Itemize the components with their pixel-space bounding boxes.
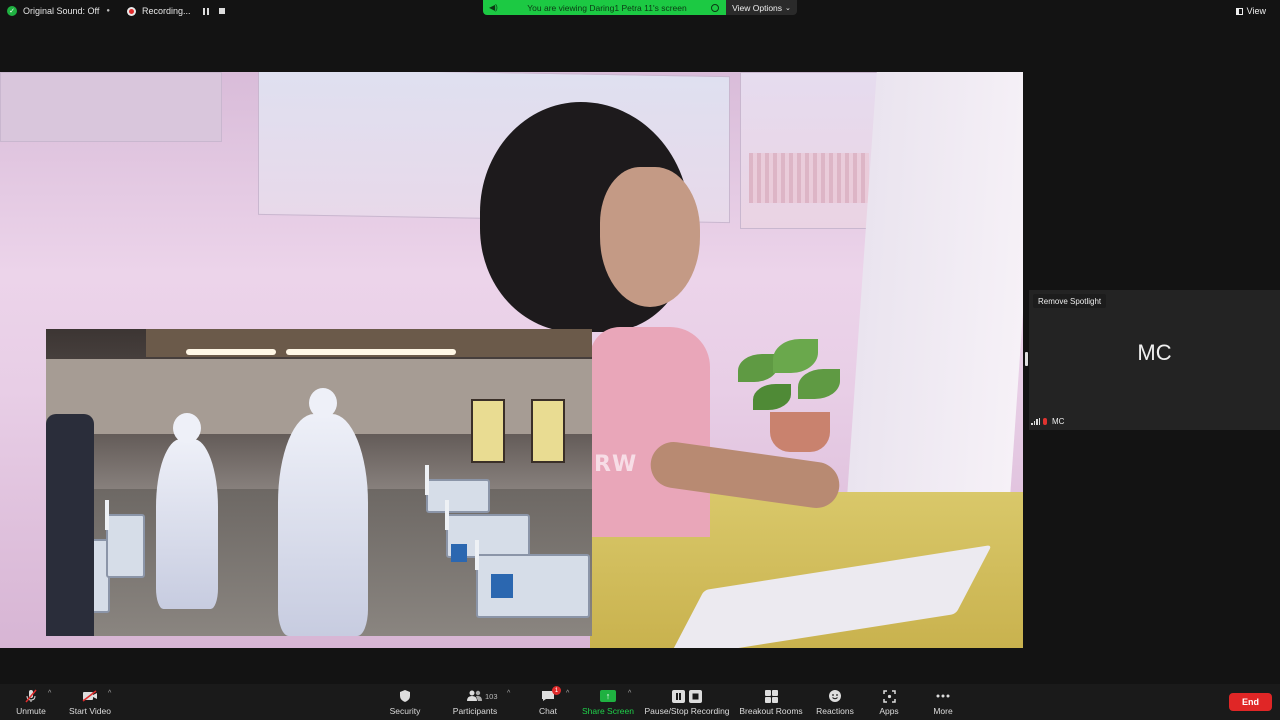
start-video-label: Start Video <box>69 706 111 716</box>
ward-window <box>531 399 565 463</box>
shirt-print-text: RW <box>594 452 638 477</box>
chat-bubble-icon: 1 <box>540 686 561 703</box>
participants-button[interactable]: Participants <box>448 684 502 720</box>
bed-cushion <box>451 544 467 562</box>
security-button[interactable]: Security <box>386 684 424 720</box>
person-face <box>600 167 700 307</box>
apps-label: Apps <box>879 706 899 716</box>
inset-ward-photo <box>46 329 592 636</box>
share-screen-icon: ↑ <box>600 689 616 703</box>
apps-icon <box>881 689 897 703</box>
stop-recording-icon[interactable] <box>218 8 225 14</box>
ppe-worker <box>156 413 218 609</box>
unmute-button[interactable]: Unmute <box>10 684 52 720</box>
participants-label: Participants <box>452 706 498 716</box>
smiley-plus-icon <box>827 689 843 703</box>
original-sound-label: Original Sound: Off <box>23 6 100 16</box>
participant-initials: MC <box>1137 340 1172 365</box>
panel-resize-handle[interactable] <box>1025 352 1028 366</box>
participant-name: MC <box>1052 417 1065 426</box>
reactions-label: Reactions <box>816 706 854 716</box>
shared-screen-content: RW <box>0 72 1023 648</box>
hospital-bed <box>105 500 145 578</box>
wall-poster <box>0 72 222 142</box>
share-screen-label: Share Screen <box>582 706 634 716</box>
reactions-button[interactable]: Reactions <box>814 684 856 720</box>
plant-pot <box>770 412 830 452</box>
person-shirt <box>590 327 710 537</box>
participants-options-chevron-icon[interactable]: ^ <box>507 690 510 697</box>
meeting-toolbar <box>0 684 1280 720</box>
view-options-label: View Options <box>732 2 783 13</box>
microphone-muted-icon <box>23 689 39 703</box>
apps-button[interactable]: Apps <box>874 684 904 720</box>
original-sound-indicator[interactable]: ✓ Original Sound: Off ● <box>7 0 117 22</box>
more-button[interactable]: More <box>928 684 958 720</box>
chat-label: Chat <box>539 706 557 716</box>
connection-signal-icon <box>1031 418 1040 425</box>
unmute-label: Unmute <box>16 706 46 716</box>
participants-icon <box>467 689 483 703</box>
pause-stop-recording-button[interactable]: Pause/Stop Recording <box>644 684 730 720</box>
ceiling-light <box>286 349 456 355</box>
breakout-rooms-icon <box>763 689 779 703</box>
wall-poster <box>740 72 878 229</box>
audio-options-chevron-icon[interactable]: ^ <box>48 690 51 697</box>
view-button[interactable]: View <box>1235 0 1266 22</box>
recording-indicator: Recording... <box>127 0 225 22</box>
chat-options-chevron-icon[interactable]: ^ <box>566 690 569 697</box>
pause-stop-icon <box>671 689 703 703</box>
video-camera-off-icon <box>82 689 98 703</box>
speaker-icon: ◀) <box>489 3 498 12</box>
more-dots-icon <box>935 689 951 703</box>
bed-cushion <box>491 574 513 598</box>
person-silhouette <box>46 414 94 636</box>
chat-unread-badge: 1 <box>552 686 561 695</box>
recording-label: Recording... <box>142 6 191 16</box>
view-layout-icon <box>1235 7 1243 15</box>
ward-window <box>471 399 505 463</box>
status-circle-icon <box>711 3 719 12</box>
video-options-chevron-icon[interactable]: ^ <box>108 690 111 697</box>
breakout-rooms-label: Breakout Rooms <box>739 706 803 716</box>
view-label: View <box>1246 6 1266 16</box>
ppe-worker <box>278 388 368 636</box>
top-bar: ✓ Original Sound: Off ● Recording... ◀) … <box>0 0 1280 22</box>
pause-recording-icon[interactable] <box>202 7 209 15</box>
shield-check-icon: ✓ <box>7 6 17 16</box>
chat-button[interactable]: 1 Chat <box>532 684 564 720</box>
remove-spotlight-button[interactable]: Remove Spotlight <box>1033 294 1107 308</box>
security-label: Security <box>389 706 421 716</box>
viewing-screen-banner: ◀) You are viewing Daring1 Petra 11's sc… <box>483 0 726 15</box>
breakout-rooms-button[interactable]: Breakout Rooms <box>738 684 804 720</box>
separator-dot: ● <box>106 8 111 14</box>
muted-mic-icon <box>1043 418 1047 425</box>
viewing-screen-text: You are viewing Daring1 Petra 11's scree… <box>527 2 687 13</box>
recording-icon <box>127 6 136 16</box>
end-meeting-button[interactable]: End <box>1229 693 1272 711</box>
hospital-bed <box>425 465 490 513</box>
share-options-chevron-icon[interactable]: ^ <box>628 690 631 697</box>
view-options-button[interactable]: View Options ⌄ <box>726 0 797 15</box>
more-label: More <box>933 706 953 716</box>
participant-name-tag: MC <box>1031 417 1064 426</box>
pause-stop-recording-label: Pause/Stop Recording <box>644 706 730 716</box>
ceiling-light <box>186 349 276 355</box>
participants-count: 103 <box>485 692 498 701</box>
chevron-down-icon: ⌄ <box>785 4 791 12</box>
shield-icon <box>397 689 413 703</box>
